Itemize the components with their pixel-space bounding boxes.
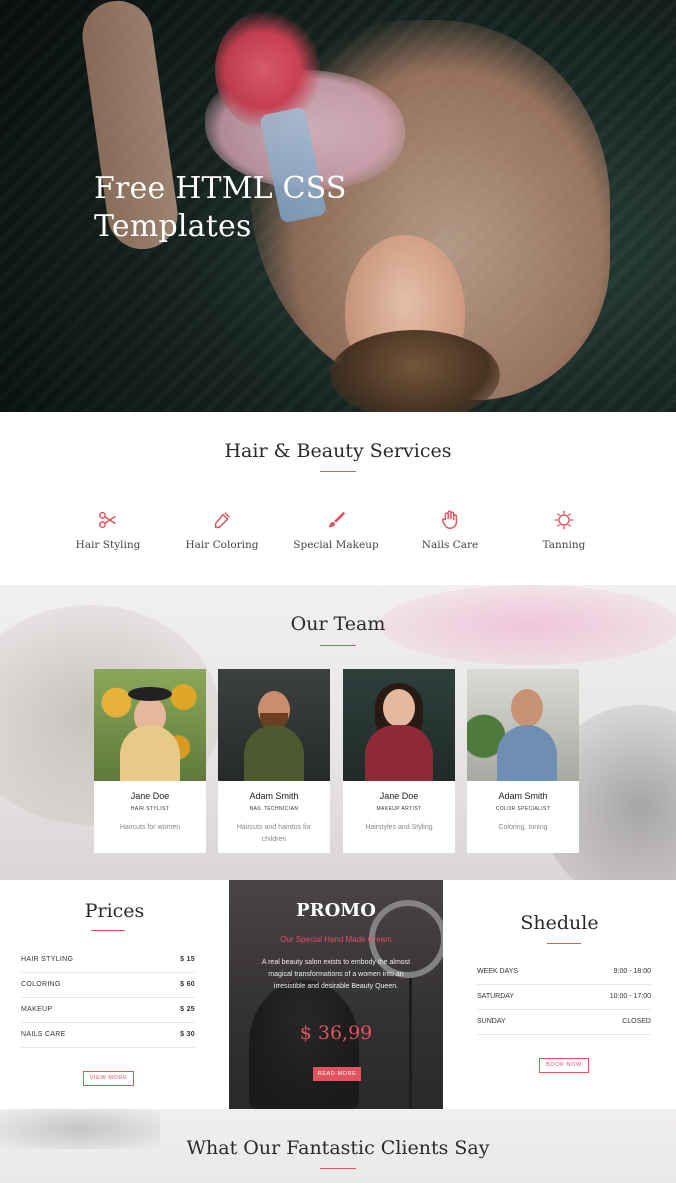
team-title-underline [320,645,356,646]
team-section: Our Team Jane Doe HAIR STYLIST Haircuts … [0,585,676,880]
hand-icon [441,510,458,529]
service-hair-coloring[interactable]: Hair Coloring [162,509,282,553]
price-label: COLORING [21,981,61,988]
scissors-icon [99,511,116,529]
team-title: Our Team [290,613,386,635]
dropper-icon [214,512,230,529]
team-member-role: MAKEUP ARTIST [376,806,422,812]
promo-section: PROMO Our Special Hand Made Cream A real… [229,880,443,1109]
price-label: MAKEUP [21,1006,53,1013]
promo-title: PROMO [296,900,376,921]
team-member-role: COLOR SPECIALIST [495,806,551,812]
view-more-button[interactable]: VIEW MORE [83,1071,134,1086]
hero-title: Free HTML CSS Templates [94,171,347,244]
team-member-desc: Haircuts for women [119,824,181,831]
team-card[interactable]: Adam Smith NAIL TECHNICIAN Haircuts and … [218,669,330,853]
hero-section: Free HTML CSS Templates [0,0,676,412]
team-card[interactable]: Adam Smith COLOR SPECIALIST Coloring, to… [467,669,579,853]
prices-title-underline [91,930,125,931]
team-photo [343,669,455,781]
services-title: Hair & Beauty Services [224,440,452,462]
services-section: Hair & Beauty Services Hair Styling Hair… [0,412,676,585]
promo-price: $ 36,99 [299,1022,373,1044]
price-label: HAIR STYLING [21,956,74,963]
schedule-title-underline [547,943,581,944]
price-row: COLORING $ 60 [21,973,195,998]
team-member-name: Adam Smith [249,791,299,801]
clients-section: What Our Fantastic Clients Say [0,1109,676,1183]
team-member-name: Adam Smith [498,791,548,801]
team-card[interactable]: Jane Doe MAKEUP ARTIST Hairstyles and St… [343,669,455,853]
service-label: Special Makeup [293,539,379,551]
service-label: Tanning [542,539,586,551]
sun-icon [554,510,574,530]
price-value: $ 25 [180,1006,195,1013]
service-label: Nails Care [421,539,479,551]
schedule-row: SUNDAY CLOSED [477,1010,651,1035]
price-row: HAIR STYLING $ 15 [21,948,195,973]
price-row: MAKEUP $ 25 [21,998,195,1023]
team-photo [218,669,330,781]
service-nails-care[interactable]: Nails Care [390,509,510,553]
service-tanning[interactable]: Tanning [504,509,624,553]
team-card[interactable]: Jane Doe HAIR STYLIST Haircuts for women [94,669,206,853]
price-value: $ 15 [180,956,195,963]
schedule-value: CLOSED [622,1018,651,1025]
team-photo [467,669,579,781]
team-member-desc: Haircuts and hairdos for children [236,824,312,843]
schedule-label: SATURDAY [477,993,515,1000]
promo-text: A real beauty salon exists to embody the… [261,959,411,990]
service-label: Hair Coloring [185,539,259,551]
schedule-label: SUNDAY [477,1018,506,1025]
team-member-desc: Coloring, toning [498,824,548,831]
schedule-section: Shedule WEEK DAYS 9:00 - 18:00 SATURDAY … [443,880,676,1109]
service-label: Hair Styling [75,539,141,551]
schedule-label: WEEK DAYS [477,968,519,975]
clients-title: What Our Fantastic Clients Say [186,1137,490,1159]
schedule-row: WEEK DAYS 9:00 - 18:00 [477,960,651,985]
schedule-row: SATURDAY 10:00 - 17:00 [477,985,651,1010]
schedule-title: Shedule [520,912,599,934]
read-more-button[interactable]: READ MORE [313,1067,361,1081]
schedule-value: 9:00 - 18:00 [613,968,651,975]
team-member-role: NAIL TECHNICIAN [249,806,299,812]
price-label: NAILS CARE [21,1031,66,1038]
team-member-name: Jane Doe [379,791,419,801]
services-title-underline [320,471,356,472]
price-value: $ 60 [180,981,195,988]
prices-title: Prices [84,900,145,922]
team-photo [94,669,206,781]
promo-subtitle: Our Special Hand Made Cream [280,935,392,944]
clients-title-underline [320,1168,356,1169]
brush-icon [328,511,346,528]
team-member-name: Jane Doe [130,791,170,801]
price-row: NAILS CARE $ 30 [21,1023,195,1048]
price-value: $ 30 [180,1031,195,1038]
book-now-button[interactable]: BOOK NOW [539,1058,589,1073]
prices-section: Prices HAIR STYLING $ 15 COLORING $ 60 M… [0,880,229,1109]
service-special-makeup[interactable]: Special Makeup [276,509,396,553]
service-hair-styling[interactable]: Hair Styling [48,509,168,553]
team-member-role: HAIR STYLIST [130,806,170,812]
schedule-value: 10:00 - 17:00 [609,993,651,1000]
team-member-desc: Hairstyles and Styling [365,824,433,831]
